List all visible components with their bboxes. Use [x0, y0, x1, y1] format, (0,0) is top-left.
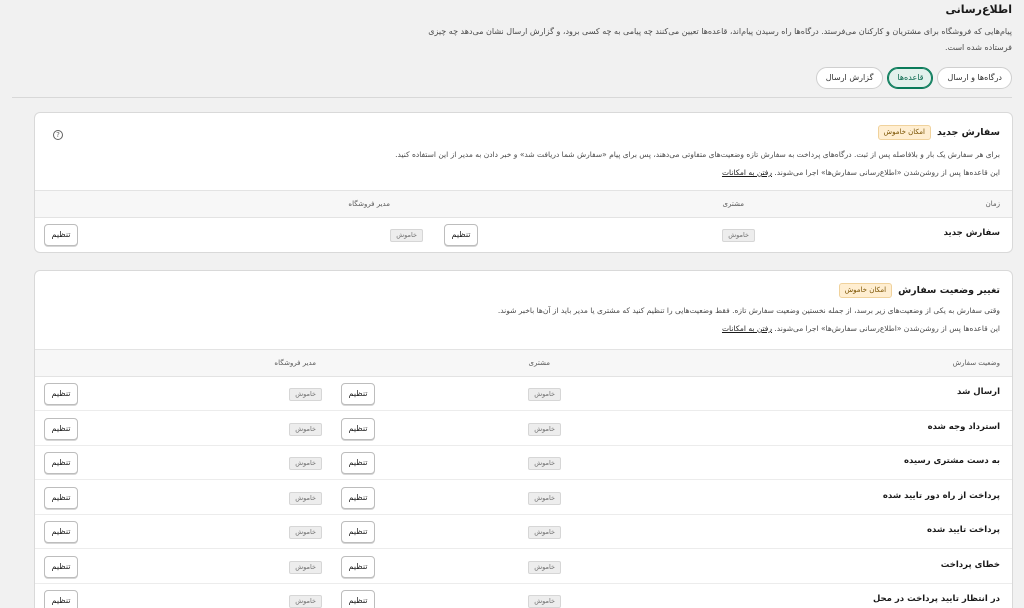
customer-configure-button[interactable]: تنظیم	[341, 417, 375, 440]
card-note: این قاعده‌ها پس از روشن‌شدن «اطلاع‌رسانی…	[47, 166, 1000, 180]
customer-configure-button[interactable]: تنظیم	[341, 486, 375, 509]
features-link[interactable]: رفتن به امکانات	[722, 324, 772, 333]
customer-status-chip: خاموش	[528, 595, 561, 608]
tab-rules[interactable]: قاعده‌ها	[887, 67, 934, 89]
row-label: استرداد وجه شده	[927, 421, 1000, 432]
customer-status-chip: خاموش	[528, 457, 561, 470]
tab-bar: درگاه‌ها و ارسال قاعده‌ها گزارش ارسال	[815, 67, 1012, 89]
card-note-text: این قاعده‌ها پس از روشن‌شدن «اطلاع‌رسانی…	[774, 324, 1000, 333]
table-row: خطای پرداخت خاموش تنظیم خاموش تنظیم	[35, 550, 1012, 584]
customer-status-chip: خاموش	[528, 422, 561, 436]
table-row: پرداخت از راه دور تایید شده خاموش تنظیم خام…	[35, 481, 1012, 515]
table-row: سفارش جدید خاموش تنظیم خاموش تنظیم	[35, 218, 1012, 252]
row-label: به دست مشتری رسیده	[903, 456, 1000, 466]
table-row: ارسال شد خاموش تنظیم خاموش تنظیم	[35, 377, 1012, 411]
page-header: اطلاع‌رسانی پیام‌هایی که فروشگاه برای مش…	[12, 0, 1012, 56]
admin-status-chip: خاموش	[289, 526, 322, 539]
customer-configure-button[interactable]: تنظیم	[341, 590, 375, 608]
card-description: وقتی سفارش به یکی از وضعیت‌های زیر برسد،…	[497, 306, 1000, 315]
row-label: سفارش جدید	[943, 228, 1000, 238]
page-title: اطلاع‌رسانی	[945, 3, 1012, 16]
admin-configure-button[interactable]: تنظیم	[44, 224, 78, 246]
admin-status-chip: خاموش	[289, 560, 322, 574]
admin-configure-button[interactable]: تنظیم	[44, 417, 78, 440]
admin-configure-button[interactable]: تنظیم	[44, 452, 78, 474]
admin-configure-button[interactable]: تنظیم	[44, 486, 78, 509]
admin-status-chip: خاموش	[289, 457, 322, 470]
row-label: در انتظار تایید پرداخت در محل	[872, 594, 1000, 604]
admin-configure-button[interactable]: تنظیم	[44, 521, 78, 543]
card-description: برای هر سفارش یک بار و بلافاصله پس از ثب…	[395, 150, 1000, 159]
status-change-card: تغییر وضعیت سفارش امکان خاموش وقتی سفارش…	[34, 270, 1013, 608]
customer-status-chip: خاموش	[528, 526, 561, 539]
card-note-text: این قاعده‌ها پس از روشن‌شدن «اطلاع‌رسانی…	[774, 168, 1000, 177]
column-header-admin: مدیر فروشگاه	[348, 200, 390, 208]
card-title: سفارش جدید	[936, 127, 1000, 138]
column-header-customer: مشتری	[528, 359, 550, 367]
admin-status-chip: خاموش	[390, 229, 423, 242]
admin-status-chip: خاموش	[289, 595, 322, 608]
admin-status-chip: خاموش	[289, 422, 322, 436]
column-header-status: وضعیت سفارش	[952, 359, 1000, 367]
customer-status-chip: خاموش	[722, 229, 755, 242]
column-header-customer: مشتری	[722, 200, 744, 208]
help-icon[interactable]: ?	[53, 130, 63, 140]
customer-configure-button[interactable]: تنظیم	[341, 383, 375, 405]
table-header: زمان مشتری مدیر فروشگاه	[35, 190, 1012, 218]
column-header-admin: مدیر فروشگاه	[274, 359, 316, 367]
customer-configure-button[interactable]: تنظیم	[341, 452, 375, 474]
header-divider	[12, 97, 1012, 98]
tab-channels[interactable]: درگاه‌ها و ارسال	[937, 67, 1012, 89]
admin-configure-button[interactable]: تنظیم	[44, 555, 78, 578]
row-label: پرداخت از راه دور تایید شده	[882, 490, 1000, 501]
admin-status-chip: خاموش	[289, 491, 322, 505]
customer-configure-button[interactable]: تنظیم	[444, 224, 478, 246]
row-label: خطای پرداخت	[940, 559, 1000, 570]
customer-configure-button[interactable]: تنظیم	[341, 521, 375, 543]
table-row: پرداخت تایید شده خاموش تنظیم خاموش تنظیم	[35, 515, 1012, 549]
status-badge: امکان خاموش	[838, 283, 893, 298]
page-description: پیام‌هایی که فروشگاه برای مشتریان و کارک…	[428, 27, 1012, 52]
table-row: در انتظار تایید پرداخت در محل خاموش تنظیم خ…	[35, 584, 1012, 608]
status-badge: امکان خاموش	[877, 125, 931, 140]
new-order-card: سفارش جدید امکان خاموش برای هر سفارش یک …	[34, 112, 1013, 253]
table-row: به دست مشتری رسیده خاموش تنظیم خاموش تنظیم	[35, 446, 1012, 480]
column-header-time: زمان	[985, 200, 1000, 208]
admin-configure-button[interactable]: تنظیم	[44, 383, 78, 405]
table-header: وضعیت سفارش مشتری مدیر فروشگاه	[35, 349, 1012, 377]
tab-delivery-log[interactable]: گزارش ارسال	[815, 67, 884, 89]
row-label: ارسال شد	[957, 387, 1000, 397]
customer-status-chip: خاموش	[528, 491, 561, 505]
card-note: این قاعده‌ها پس از روشن‌شدن «اطلاع‌رسانی…	[47, 322, 1000, 336]
card-title: تغییر وضعیت سفارش	[898, 285, 1000, 296]
admin-status-chip: خاموش	[289, 388, 322, 401]
admin-configure-button[interactable]: تنظیم	[44, 590, 78, 608]
customer-configure-button[interactable]: تنظیم	[341, 555, 375, 578]
customer-status-chip: خاموش	[528, 388, 561, 401]
row-label: پرداخت تایید شده	[926, 525, 1000, 535]
table-row: استرداد وجه شده خاموش تنظیم خاموش تنظیم	[35, 412, 1012, 446]
features-link[interactable]: رفتن به امکانات	[722, 168, 772, 177]
customer-status-chip: خاموش	[528, 560, 561, 574]
